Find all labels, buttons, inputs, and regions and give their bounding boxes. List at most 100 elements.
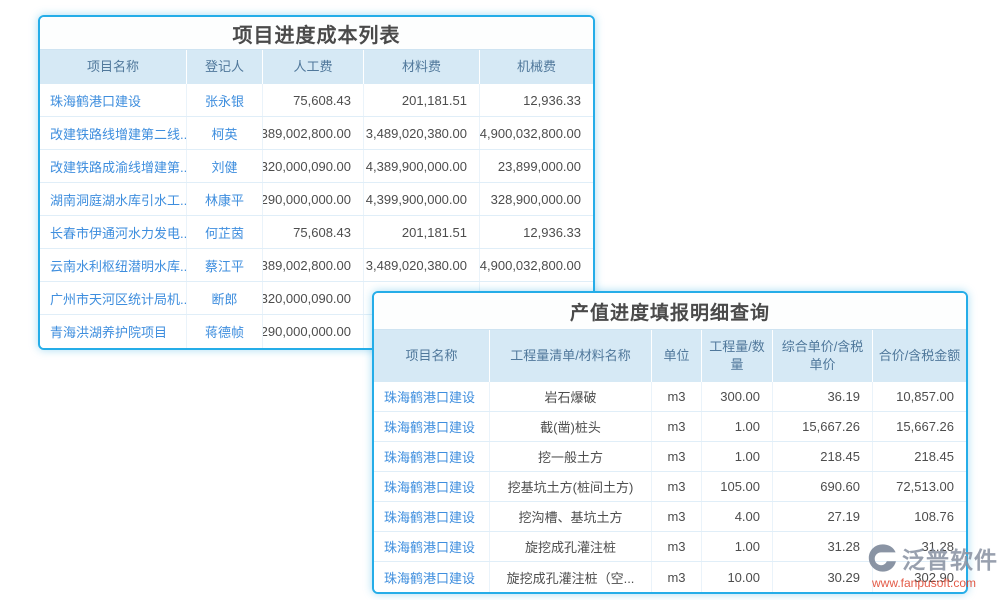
cell-link[interactable]: 刘健: [187, 150, 263, 182]
cell-link[interactable]: 珠海鹤港口建设: [374, 532, 490, 561]
table-cell: 108.76: [873, 502, 966, 531]
column-header-material-cost: 材料费: [364, 50, 480, 84]
table-cell: 12,936.33: [480, 216, 593, 248]
table-cell: 4.00: [702, 502, 773, 531]
table-cell: 320,000,090.00: [263, 282, 364, 314]
fanpu-watermark: 泛普软件 www.fanpusoft.com: [866, 541, 998, 590]
cell-link[interactable]: 珠海鹤港口建设: [40, 84, 187, 116]
table-cell: m3: [652, 532, 702, 561]
output-detail-title: 产值进度填报明细查询: [374, 293, 966, 330]
table-row: 长春市伊通河水力发电...何芷茵75,608.43201,181.5112,93…: [40, 216, 593, 249]
table-cell: m3: [652, 382, 702, 411]
table-cell: 3,489,020,380.00: [364, 117, 480, 149]
cell-link[interactable]: 珠海鹤港口建设: [374, 502, 490, 531]
table-cell: 24,900,032,800.00: [480, 117, 593, 149]
cell-link[interactable]: 断郎: [187, 282, 263, 314]
table-row: 珠海鹤港口建设挖一般土方m31.00218.45218.45: [374, 442, 966, 472]
column-header-boq-material-name: 工程量清单/材料名称: [490, 330, 652, 382]
cell-link[interactable]: 珠海鹤港口建设: [374, 412, 490, 441]
table-cell: 1.00: [702, 532, 773, 561]
table-cell: 4,389,900,000.00: [364, 150, 480, 182]
table-row: 珠海鹤港口建设挖基坑土方(桩间土方)m3105.00690.6072,513.0…: [374, 472, 966, 502]
table-cell: 300.00: [702, 382, 773, 411]
cell-link[interactable]: 林康平: [187, 183, 263, 215]
table-row: 珠海鹤港口建设挖沟槽、基坑土方m34.0027.19108.76: [374, 502, 966, 532]
table-cell: 27.19: [773, 502, 873, 531]
table-cell: 挖沟槽、基坑土方: [490, 502, 652, 531]
table-cell: 12,936.33: [480, 84, 593, 116]
table-cell: 23,899,000.00: [480, 150, 593, 182]
cell-link[interactable]: 云南水利枢纽潜明水库...: [40, 249, 187, 281]
cell-link[interactable]: 珠海鹤港口建设: [374, 442, 490, 471]
table-cell: 201,181.51: [364, 216, 480, 248]
table-cell: 1.00: [702, 442, 773, 471]
table-cell: 218.45: [873, 442, 966, 471]
table-cell: 201,181.51: [364, 84, 480, 116]
column-header-project-name: 项目名称: [40, 50, 187, 84]
table-cell: 4,399,900,000.00: [364, 183, 480, 215]
table-cell: 389,002,800.00: [263, 249, 364, 281]
cell-link[interactable]: 珠海鹤港口建设: [374, 562, 490, 592]
table-cell: m3: [652, 562, 702, 592]
table-row: 珠海鹤港口建设张永银75,608.43201,181.5112,936.33: [40, 84, 593, 117]
table-cell: 15,667.26: [873, 412, 966, 441]
cell-link[interactable]: 改建铁路线增建第二线...: [40, 117, 187, 149]
table-cell: 30.29: [773, 562, 873, 592]
cell-link[interactable]: 广州市天河区统计局机...: [40, 282, 187, 314]
fanpu-brand-text: 泛普软件: [902, 541, 998, 575]
cell-link[interactable]: 蒋德帧: [187, 315, 263, 348]
table-cell: 320,000,090.00: [263, 150, 364, 182]
table-cell: 挖基坑土方(桩间土方): [490, 472, 652, 501]
table-cell: 75,608.43: [263, 84, 364, 116]
table-cell: 1.00: [702, 412, 773, 441]
table-cell: 截(凿)桩头: [490, 412, 652, 441]
cell-link[interactable]: 长春市伊通河水力发电...: [40, 216, 187, 248]
table-cell: 旋挖成孔灌注桩（空...: [490, 562, 652, 592]
table-cell: 15,667.26: [773, 412, 873, 441]
table-cell: m3: [652, 472, 702, 501]
cell-link[interactable]: 青海洪湖养护院项目: [40, 315, 187, 348]
table-cell: 31.28: [773, 532, 873, 561]
table-cell: 挖一般土方: [490, 442, 652, 471]
table-cell: 岩石爆破: [490, 382, 652, 411]
table-cell: 4,290,000,000.00: [263, 183, 364, 215]
cell-link[interactable]: 珠海鹤港口建设: [374, 382, 490, 411]
table-cell: 690.60: [773, 472, 873, 501]
fanpu-logo-icon: [866, 541, 898, 575]
cell-link[interactable]: 珠海鹤港口建设: [374, 472, 490, 501]
column-header-unit-price: 综合单价/含税单价: [773, 330, 873, 382]
cell-link[interactable]: 蔡江平: [187, 249, 263, 281]
table-cell: 105.00: [702, 472, 773, 501]
column-header-project-name: 项目名称: [374, 330, 490, 382]
cell-link[interactable]: 改建铁路成渝线增建第...: [40, 150, 187, 182]
table-row: 湖南洞庭湖水库引水工...林康平4,290,000,000.004,399,90…: [40, 183, 593, 216]
cell-link[interactable]: 张永银: [187, 84, 263, 116]
table-cell: 10,857.00: [873, 382, 966, 411]
table-cell: 4,290,000,000.00: [263, 315, 364, 348]
table-cell: m3: [652, 502, 702, 531]
column-header-unit: 单位: [652, 330, 702, 382]
table-row: 珠海鹤港口建设截(凿)桩头m31.0015,667.2615,667.26: [374, 412, 966, 442]
table-cell: 旋挖成孔灌注桩: [490, 532, 652, 561]
cell-link[interactable]: 何芷茵: [187, 216, 263, 248]
table-cell: 24,900,032,800.00: [480, 249, 593, 281]
table-cell: m3: [652, 442, 702, 471]
cell-link[interactable]: 湖南洞庭湖水库引水工...: [40, 183, 187, 215]
table-cell: 36.19: [773, 382, 873, 411]
cell-link[interactable]: 柯英: [187, 117, 263, 149]
table-cell: 75,608.43: [263, 216, 364, 248]
column-header-labor-cost: 人工费: [263, 50, 364, 84]
column-header-machinery-cost: 机械费: [480, 50, 593, 84]
cost-list-title: 项目进度成本列表: [40, 17, 593, 50]
column-header-total-amount: 合价/含税金额: [873, 330, 966, 382]
table-cell: 10.00: [702, 562, 773, 592]
table-row: 改建铁路线增建第二线...柯英389,002,800.003,489,020,3…: [40, 117, 593, 150]
table-row: 珠海鹤港口建设岩石爆破m3300.0036.1910,857.00: [374, 382, 966, 412]
output-detail-header-row: 项目名称 工程量清单/材料名称 单位 工程量/数量 综合单价/含税单价 合价/含…: [374, 330, 966, 382]
table-cell: 389,002,800.00: [263, 117, 364, 149]
cost-list-header-row: 项目名称 登记人 人工费 材料费 机械费: [40, 50, 593, 84]
table-cell: 328,900,000.00: [480, 183, 593, 215]
page: 项目进度成本列表 项目名称 登记人 人工费 材料费 机械费 珠海鹤港口建设张永银…: [0, 0, 1000, 600]
table-row: 云南水利枢纽潜明水库...蔡江平389,002,800.003,489,020,…: [40, 249, 593, 282]
table-cell: 72,513.00: [873, 472, 966, 501]
